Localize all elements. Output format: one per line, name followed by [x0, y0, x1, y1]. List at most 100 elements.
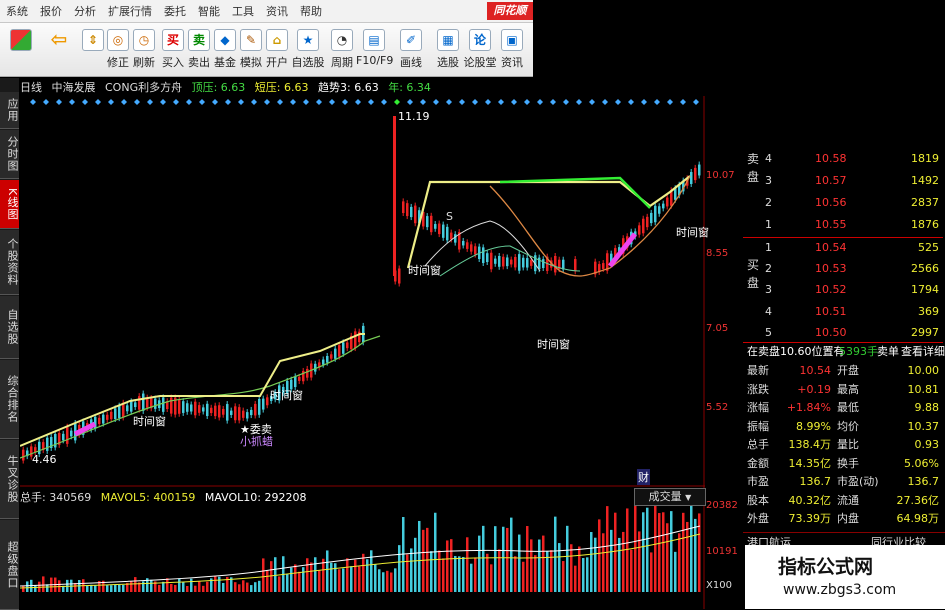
volume-bar: [506, 527, 509, 592]
stat-value: 40.32亿: [788, 493, 832, 507]
buy-row-5[interactable]: 5 10.50 2997: [743, 324, 943, 342]
fix-button[interactable]: ◎ 修正: [105, 27, 131, 70]
sell-button[interactable]: 卖卖出: [186, 27, 212, 70]
stat-key: 市盈: [747, 475, 769, 488]
volume-select-label: 成交量: [648, 490, 682, 503]
signal-diamond: [342, 99, 348, 105]
chart-header: 日线 中海发展 CONG利多方舟 顶压: 6.63 短压: 6.63 趋势3: …: [20, 79, 437, 95]
kline-chart[interactable]: [20, 96, 705, 609]
period-text: 日线: [20, 81, 42, 94]
buy-button[interactable]: 买买入: [160, 27, 186, 70]
price-axis-1: 10.07: [706, 170, 735, 181]
stock-picker-label: 选股: [437, 56, 459, 69]
refresh-button[interactable]: ◷ 刷新: [131, 27, 157, 70]
volume-bar: [362, 553, 365, 592]
volume: 2997: [911, 326, 939, 339]
tab-intraday[interactable]: 分时图: [0, 130, 19, 179]
indicator-name[interactable]: CONG利多方舟: [105, 81, 182, 94]
stat-value: 27.36亿: [896, 493, 940, 507]
period-button[interactable]: ◔ 周期: [324, 27, 360, 70]
volume-bar: [198, 581, 201, 592]
menu-item-system[interactable]: 系统: [0, 0, 34, 20]
menu-item-extended[interactable]: 扩展行情: [102, 0, 158, 20]
volume-bar: [42, 576, 45, 592]
sell-row-3[interactable]: 3 10.57 1492: [743, 172, 943, 190]
signal-diamond: [446, 99, 452, 105]
fund-button[interactable]: ◆ 基金: [212, 27, 238, 70]
open-account-button[interactable]: ⌂ 开户: [264, 27, 290, 70]
tab-ranking[interactable]: 综合排名: [0, 360, 19, 439]
f10-button[interactable]: ▤ F10/F9: [356, 27, 393, 67]
tab-watchlist[interactable]: 自选股: [0, 296, 19, 359]
tab-kline[interactable]: K线图: [0, 180, 19, 229]
draw-line-button[interactable]: ✐ 画线: [393, 27, 429, 70]
tab-diagnosis[interactable]: 牛叉诊股: [0, 440, 19, 519]
volume-bar: [618, 537, 621, 592]
sell-row-4[interactable]: 4 10.58 1819: [743, 150, 943, 168]
menu-item-help[interactable]: 帮助: [294, 0, 328, 20]
big-order-notice: 在卖盘10.60位置有 5393手 卖单 查看详细: [743, 343, 945, 359]
news-button[interactable]: ▣ 资讯: [499, 27, 525, 70]
signal-diamond: [82, 99, 88, 105]
big-order-vol: 5393手: [839, 345, 878, 358]
signal-diamond: [550, 99, 556, 105]
updown-icon: ⇕: [82, 29, 104, 51]
volume-bar: [430, 551, 433, 592]
volume-bar: [162, 581, 165, 592]
volume-bar: [322, 558, 325, 592]
stat-value: 136.7: [907, 475, 940, 488]
volume-indicator-select[interactable]: 成交量 ▼: [634, 488, 706, 506]
period-icon: ◔: [331, 29, 353, 51]
stat-key: 涨幅: [747, 401, 769, 414]
price: 10.58: [815, 152, 847, 165]
buy-row-4[interactable]: 4 10.51 369: [743, 303, 943, 321]
volume-bar: [106, 585, 109, 592]
sell-order-button[interactable]: 卖单: [877, 343, 899, 359]
buy-row-2[interactable]: 2 10.53 2566: [743, 260, 943, 278]
view-detail-link[interactable]: 查看详细: [901, 343, 945, 359]
volume-bar: [586, 557, 589, 592]
buy-row-1[interactable]: 1 10.54 525: [743, 239, 943, 257]
volume-bar: [254, 582, 257, 592]
menu-item-tools[interactable]: 工具: [226, 0, 260, 20]
volume-bar: [342, 568, 345, 592]
menu-item-quote[interactable]: 报价: [34, 0, 68, 20]
layout-button[interactable]: [8, 27, 34, 54]
finance-icon[interactable]: 财: [637, 469, 650, 485]
menu-item-news[interactable]: 资讯: [260, 0, 294, 20]
big-order-text: 在卖盘10.60位置有: [747, 345, 845, 358]
app-logo: 同花顺: [487, 2, 533, 20]
watchlist-button[interactable]: ★ 自选股: [290, 27, 326, 70]
volume-bar: [582, 558, 585, 592]
menu-item-analysis[interactable]: 分析: [68, 0, 102, 20]
volume-bar: [450, 539, 453, 592]
volume-bar: [242, 580, 245, 592]
stat-row: 振幅 8.99% 均价 10.37: [743, 418, 943, 436]
tab-profile[interactable]: 个股资料: [0, 230, 19, 295]
up-down-button[interactable]: ⇕: [80, 27, 106, 54]
watchlist-label: 自选股: [291, 56, 325, 69]
volume-bar: [130, 581, 133, 592]
volume-bar: [178, 578, 181, 592]
sell-row-2[interactable]: 2 10.56 2837: [743, 194, 943, 212]
signal-diamond: [628, 99, 634, 105]
volume-bar: [538, 539, 541, 592]
tab-apps[interactable]: 应用: [0, 92, 19, 129]
tab-super-quote[interactable]: 超级盘口: [0, 520, 19, 610]
fund-label: 基金: [214, 56, 236, 69]
volume-bar: [398, 545, 401, 592]
menu-item-smart[interactable]: 智能: [192, 0, 226, 20]
simulate-button[interactable]: ✎ 模拟: [238, 27, 264, 70]
time-window-label-1: 时间窗: [408, 264, 441, 277]
volume-bars: [22, 496, 701, 592]
volume-bar: [298, 571, 301, 592]
volume-bar: [194, 585, 197, 592]
stock-picker-button[interactable]: ▦ 选股: [430, 27, 466, 70]
vol-axis-unit: X100: [706, 580, 732, 591]
forum-button[interactable]: 论论股堂: [462, 27, 498, 70]
time-window-label-3: 时间窗: [537, 338, 570, 351]
menu-item-trade[interactable]: 委托: [158, 0, 192, 20]
back-button[interactable]: ⇦: [46, 27, 72, 52]
buy-row-3[interactable]: 3 10.52 1794: [743, 281, 943, 299]
sell-row-1[interactable]: 1 10.55 1876: [743, 216, 943, 234]
